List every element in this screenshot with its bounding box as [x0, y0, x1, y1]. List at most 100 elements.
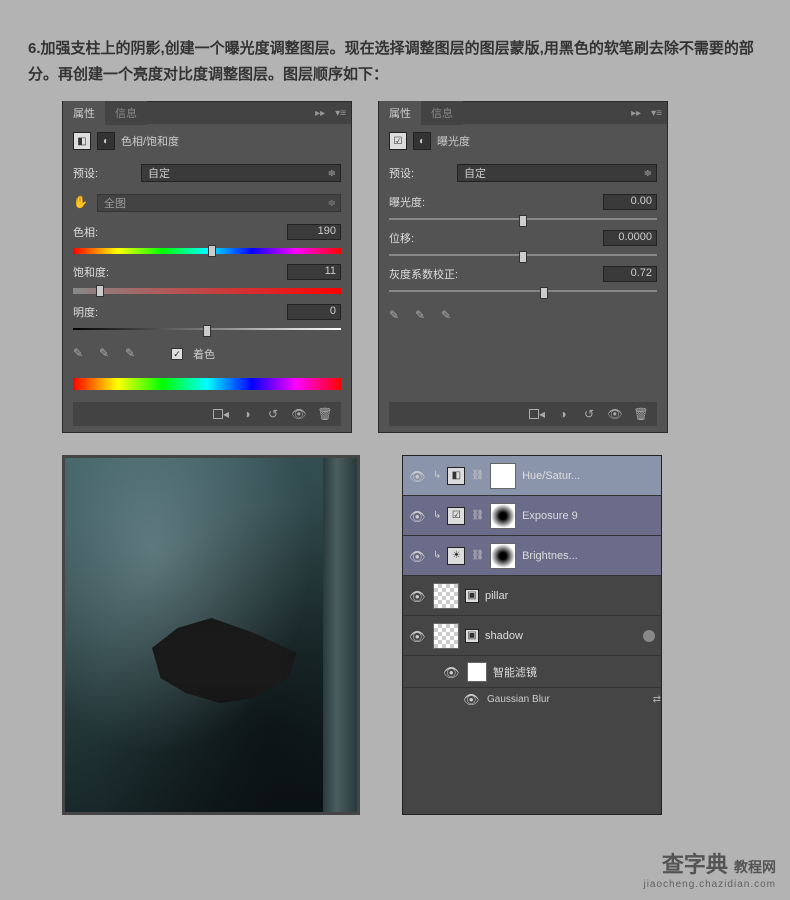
- lightness-label: 明度:: [73, 304, 133, 320]
- visibility-icon[interactable]: 👁: [443, 665, 461, 679]
- instruction-text: 6.加强支柱上的阴影,创建一个曝光度调整图层。现在选择调整图层的图层蒙版,用黑色…: [0, 0, 790, 101]
- clip-to-layer-icon[interactable]: ◂: [529, 406, 545, 422]
- filter-settings-icon[interactable]: ⇄: [653, 694, 661, 705]
- layer-mask[interactable]: [490, 463, 516, 489]
- lightness-slider[interactable]: [73, 328, 341, 330]
- hand-icon[interactable]: ✋: [73, 195, 89, 211]
- brightness-icon: ☀: [447, 547, 465, 565]
- preset-select[interactable]: 自定: [141, 164, 341, 182]
- tab-info[interactable]: 信息: [421, 101, 463, 125]
- clip-indicator-icon: ↳: [433, 510, 441, 521]
- eyedropper-black-icon[interactable]: ✎: [389, 308, 405, 324]
- layer-name[interactable]: Hue/Satur...: [522, 470, 580, 482]
- gamma-label: 灰度系数校正:: [389, 266, 469, 282]
- panel-tab-bar: 属性 信息 ▸▸ ▾≡: [379, 102, 667, 124]
- tab-properties[interactable]: 属性: [63, 101, 105, 125]
- tab-properties[interactable]: 属性: [379, 101, 421, 125]
- eyedropper-icon[interactable]: ✎: [73, 346, 89, 362]
- panel-tab-bar: 属性 信息 ▸▸ ▾≡: [63, 102, 351, 124]
- reset-icon[interactable]: ↺: [265, 406, 281, 422]
- clip-to-layer-icon[interactable]: ◂: [213, 406, 229, 422]
- visibility-icon[interactable]: 👁: [607, 406, 623, 422]
- panel-menu-icon[interactable]: ▾≡: [330, 108, 351, 119]
- layer-mask[interactable]: [490, 543, 516, 569]
- layer-name[interactable]: Brightnes...: [522, 550, 578, 562]
- eyedropper-white-icon[interactable]: ✎: [441, 308, 457, 324]
- visibility-icon[interactable]: 👁: [409, 549, 427, 563]
- adjustment-icon: ☑: [389, 132, 407, 150]
- eyedropper-gray-icon[interactable]: ✎: [415, 308, 431, 324]
- color-ramp: [73, 378, 341, 390]
- layer-thumb[interactable]: [433, 623, 459, 649]
- hue-slider[interactable]: [73, 248, 341, 254]
- visibility-icon[interactable]: 👁: [409, 509, 427, 523]
- lightness-input[interactable]: 0: [287, 304, 341, 320]
- colorize-checkbox[interactable]: ✓: [171, 348, 183, 360]
- reset-icon[interactable]: ↺: [581, 406, 597, 422]
- tab-info[interactable]: 信息: [105, 101, 147, 125]
- visibility-icon[interactable]: 👁: [409, 469, 427, 483]
- layer-shadow[interactable]: 👁 ▣ shadow: [403, 616, 661, 656]
- visibility-icon[interactable]: 👁: [463, 692, 481, 706]
- layer-mask[interactable]: [490, 503, 516, 529]
- gamma-slider[interactable]: [389, 290, 657, 292]
- layer-gaussian-blur[interactable]: 👁 Gaussian Blur ⇄: [403, 688, 661, 714]
- exposure-label: 曝光度:: [389, 194, 449, 210]
- clip-indicator-icon: ↳: [433, 550, 441, 561]
- offset-input[interactable]: 0.0000: [603, 230, 657, 246]
- hue-label: 色相:: [73, 224, 133, 240]
- visibility-icon[interactable]: 👁: [291, 406, 307, 422]
- colorize-label: 着色: [193, 346, 215, 362]
- preset-icon[interactable]: ◐: [97, 132, 115, 150]
- link-icon[interactable]: ⛓: [471, 510, 484, 521]
- hue-sat-icon: ◧: [447, 467, 465, 485]
- visibility-icon[interactable]: 👁: [409, 589, 427, 603]
- clip-indicator-icon: ↳: [433, 470, 441, 481]
- layer-hue-saturation[interactable]: 👁 ↳ ◧ ⛓ Hue/Satur...: [403, 456, 661, 496]
- link-icon[interactable]: ⛓: [471, 470, 484, 481]
- panel-title: 色相/饱和度: [121, 133, 179, 149]
- link-icon[interactable]: ⛓: [471, 550, 484, 561]
- layer-smart-filters[interactable]: 👁 智能滤镜: [403, 656, 661, 688]
- filter-name[interactable]: Gaussian Blur: [487, 694, 550, 705]
- saturation-input[interactable]: 11: [287, 264, 341, 280]
- smart-object-icon: ▣: [465, 589, 479, 603]
- adjustment-icon: ◧: [73, 132, 91, 150]
- scope-select[interactable]: 全图: [97, 194, 341, 212]
- offset-slider[interactable]: [389, 254, 657, 256]
- filter-mask[interactable]: [467, 662, 487, 682]
- layer-name[interactable]: pillar: [485, 590, 508, 602]
- preset-icon[interactable]: ◐: [413, 132, 431, 150]
- eyedropper-plus-icon[interactable]: ✎: [99, 346, 115, 362]
- trash-icon[interactable]: 🗑: [633, 406, 649, 422]
- visibility-icon[interactable]: 👁: [409, 629, 427, 643]
- hue-input[interactable]: 190: [287, 224, 341, 240]
- layer-name[interactable]: Exposure 9: [522, 510, 578, 522]
- saturation-slider[interactable]: [73, 288, 341, 294]
- exposure-input[interactable]: 0.00: [603, 194, 657, 210]
- layer-name[interactable]: 智能滤镜: [493, 664, 537, 680]
- gamma-input[interactable]: 0.72: [603, 266, 657, 282]
- preset-label: 预设:: [73, 165, 133, 181]
- panel-collapse-icon[interactable]: ▸▸: [310, 108, 330, 119]
- layer-thumb[interactable]: [433, 583, 459, 609]
- exposure-panel: 属性 信息 ▸▸ ▾≡ ☑ ◐ 曝光度 预设: 自定 曝光度: 0.00 位移:: [378, 101, 668, 433]
- view-previous-icon[interactable]: ◑: [555, 406, 571, 422]
- layer-pillar[interactable]: 👁 ▣ pillar: [403, 576, 661, 616]
- eyedropper-minus-icon[interactable]: ✎: [125, 346, 141, 362]
- exposure-slider[interactable]: [389, 218, 657, 220]
- exposure-icon: ☑: [447, 507, 465, 525]
- layer-brightness[interactable]: 👁 ↳ ☀ ⛓ Brightnes...: [403, 536, 661, 576]
- preview-image: [62, 455, 360, 815]
- panel-menu-icon[interactable]: ▾≡: [646, 108, 667, 119]
- filter-indicator-icon[interactable]: [643, 630, 655, 642]
- hue-saturation-panel: 属性 信息 ▸▸ ▾≡ ◧ ◐ 色相/饱和度 预设: 自定 ✋ 全图 色相: 1…: [62, 101, 352, 433]
- panel-title: 曝光度: [437, 133, 470, 149]
- trash-icon[interactable]: 🗑: [317, 406, 333, 422]
- layer-exposure[interactable]: 👁 ↳ ☑ ⛓ Exposure 9: [403, 496, 661, 536]
- saturation-label: 饱和度:: [73, 264, 133, 280]
- panel-collapse-icon[interactable]: ▸▸: [626, 108, 646, 119]
- layer-name[interactable]: shadow: [485, 630, 523, 642]
- view-previous-icon[interactable]: ◑: [239, 406, 255, 422]
- preset-select[interactable]: 自定: [457, 164, 657, 182]
